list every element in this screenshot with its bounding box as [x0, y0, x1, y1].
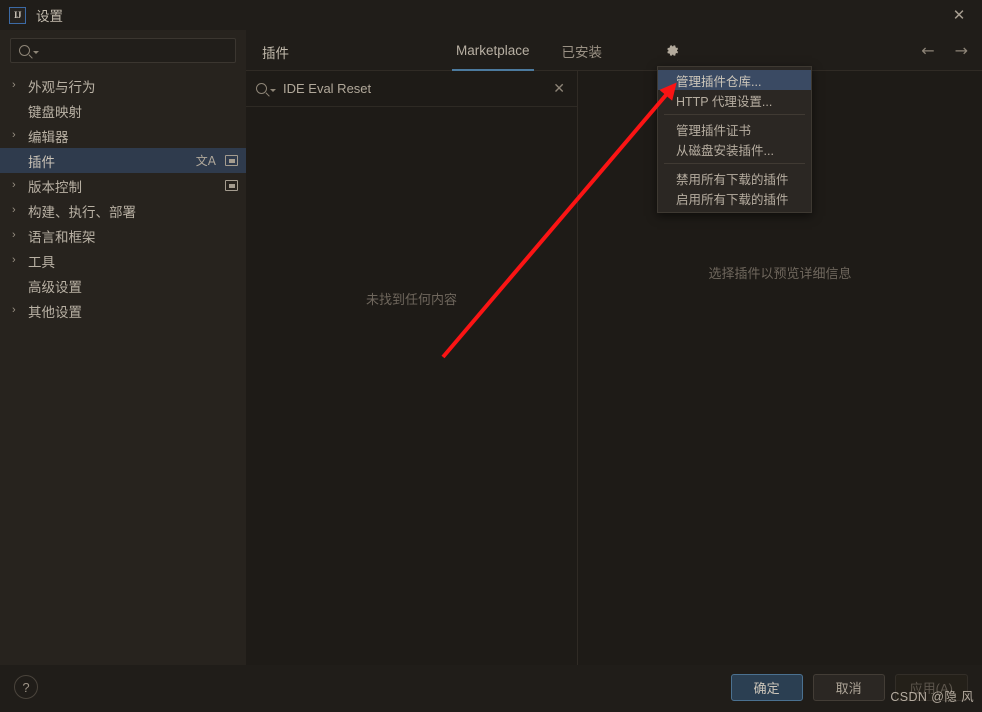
chevron-right-icon[interactable]: › [12, 230, 26, 241]
empty-list-message: 未找到任何内容 [365, 292, 457, 307]
sidebar-item-6[interactable]: › 语言和框架 [0, 223, 246, 248]
close-icon[interactable]: ✕ [553, 80, 565, 97]
plugins-header: 插件 Marketplace 已安装 ← → [246, 30, 982, 71]
plugin-search-input[interactable]: IDE Eval Reset [283, 81, 553, 96]
chevron-down-icon [33, 51, 39, 54]
chevron-right-icon[interactable]: › [12, 305, 26, 316]
search-icon [19, 45, 30, 56]
sidebar-item-label: 外观与行为 [28, 79, 96, 95]
sidebar-item-4[interactable]: › 版本控制 [0, 173, 246, 198]
menu-separator [664, 114, 805, 115]
menu-separator [664, 163, 805, 164]
sidebar-search-input[interactable] [45, 43, 227, 58]
title-bar: IJ 设置 ✕ [0, 0, 982, 30]
sidebar-item-7[interactable]: › 工具 [0, 248, 246, 273]
dialog-footer: ? 确定 取消 应用(A) [0, 665, 982, 712]
sidebar-item-label: 语言和框架 [28, 229, 96, 245]
page-title: 插件 [262, 46, 289, 61]
menu-item-0[interactable]: 管理插件仓库... [658, 70, 811, 90]
cancel-button[interactable]: 取消 [812, 674, 885, 701]
empty-detail-message: 选择插件以预览详细信息 [708, 266, 852, 281]
sidebar-item-icons: 文A [196, 148, 238, 173]
sidebar-item-1[interactable]: ›键盘映射 [0, 98, 246, 123]
history-nav: ← → [921, 30, 968, 71]
settings-tree: ›外观与行为›键盘映射›编辑器›插件文A›版本控制›构建、执行、部署›语言和框架… [0, 73, 246, 323]
gear-icon [666, 45, 678, 56]
menu-item-1[interactable]: HTTP 代理设置... [658, 90, 811, 110]
sidebar-item-label: 编辑器 [28, 129, 69, 145]
sidebar-item-label: 插件 [28, 154, 55, 170]
help-button[interactable]: ? [14, 675, 38, 699]
sidebar-item-5[interactable]: › 构建、执行、部署 [0, 198, 246, 223]
plugin-settings-button[interactable] [656, 30, 688, 71]
ok-button[interactable]: 确定 [730, 674, 803, 701]
sidebar-item-label: 工具 [28, 254, 55, 270]
sidebar-item-label: 构建、执行、部署 [28, 204, 136, 220]
chevron-down-icon [270, 89, 276, 92]
sidebar-item-8[interactable]: ›高级设置 [0, 273, 246, 298]
sidebar-item-0[interactable]: › 外观与行为 [0, 73, 246, 98]
settings-dialog: IJ 设置 ✕ ›外观与行为›键盘映射›编辑器›插件文A›版本控制›构建、执行、… [0, 0, 982, 712]
window-icon[interactable] [225, 155, 238, 166]
chevron-right-icon[interactable]: › [12, 180, 26, 191]
sidebar-item-label: 其他设置 [28, 304, 82, 320]
sidebar-item-icons [225, 173, 238, 198]
window-icon[interactable] [225, 180, 238, 191]
menu-item-4[interactable]: 禁用所有下载的插件 [658, 168, 811, 188]
sidebar-item-label: 版本控制 [28, 179, 82, 195]
window-title: 设置 [36, 9, 63, 24]
sidebar-search-wrap [0, 30, 246, 63]
menu-item-3[interactable]: 从磁盘安装插件... [658, 139, 811, 159]
plugin-list-panel[interactable]: 未找到任何内容 [246, 107, 577, 665]
translate-icon[interactable]: 文A [196, 155, 216, 167]
sidebar-item-label: 键盘映射 [28, 104, 82, 120]
watermark: CSDN @隐 风 [890, 690, 974, 704]
plugin-settings-menu: 管理插件仓库... HTTP 代理设置... 管理插件证书 从磁盘安装插件... 禁用所… [657, 66, 812, 213]
sidebar-item-label: 高级设置 [28, 279, 82, 295]
menu-item-5[interactable]: 启用所有下载的插件 [658, 188, 811, 208]
forward-arrow-icon[interactable]: → [955, 42, 968, 59]
plugin-search-bar[interactable]: IDE Eval Reset ✕ [246, 71, 577, 107]
sidebar-item-9[interactable]: › 其他设置 [0, 298, 246, 323]
search-icon [256, 83, 267, 94]
sidebar-item-3[interactable]: ›插件文A [0, 148, 246, 173]
back-arrow-icon[interactable]: ← [921, 42, 934, 59]
tab-0[interactable]: Marketplace [452, 30, 534, 71]
chevron-right-icon[interactable]: › [12, 80, 26, 91]
sidebar-search-box[interactable] [10, 38, 236, 63]
plugins-tabs: Marketplace 已安装 [452, 30, 606, 71]
chevron-right-icon[interactable]: › [12, 205, 26, 216]
tab-1[interactable]: 已安装 [558, 30, 607, 71]
intellij-logo-icon: IJ [9, 6, 26, 24]
close-icon[interactable]: ✕ [936, 0, 982, 30]
chevron-right-icon[interactable]: › [12, 130, 26, 141]
chevron-right-icon[interactable]: › [12, 255, 26, 266]
settings-sidebar: ›外观与行为›键盘映射›编辑器›插件文A›版本控制›构建、执行、部署›语言和框架… [0, 30, 246, 665]
menu-item-2[interactable]: 管理插件证书 [658, 119, 811, 139]
sidebar-item-2[interactable]: › 编辑器 [0, 123, 246, 148]
